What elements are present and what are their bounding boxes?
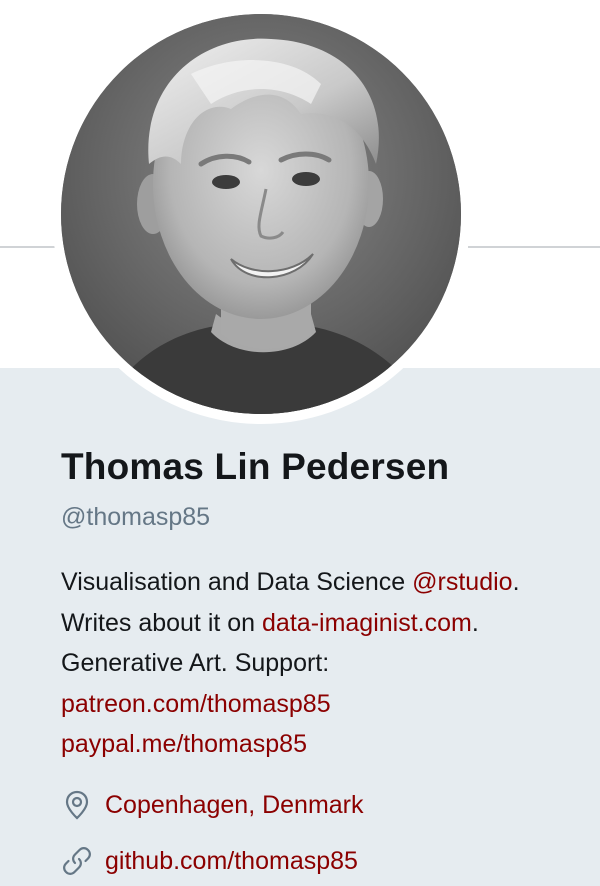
profile-handle: @thomasp85 — [61, 503, 211, 531]
url-link-patreon[interactable]: patreon.com/thomasp85 — [61, 690, 331, 718]
mention-link-rstudio[interactable]: @rstudio — [412, 568, 512, 596]
url-link-data-imaginist[interactable]: data-imaginist.com — [262, 609, 472, 637]
bio-line-3: Generative Art. Support: — [61, 649, 330, 677]
avatar-photo — [61, 14, 461, 414]
bio-line-1: Visualisation and Data Science @rstudio. — [61, 562, 596, 603]
location-link[interactable]: Copenhagen, Denmark — [105, 791, 364, 820]
bio-line-5: paypal.me/thomasp85 — [61, 724, 596, 765]
bio-text: Visualisation and Data Science — [61, 568, 413, 596]
bio-line-4: patreon.com/thomasp85 — [61, 684, 596, 725]
profile-name: Thomas Lin Pedersen — [61, 446, 450, 487]
bio-text: . — [512, 568, 520, 596]
avatar[interactable] — [61, 14, 461, 414]
banner-divider-left — [0, 246, 55, 248]
banner-divider-right — [468, 246, 600, 248]
profile-website: github.com/thomasp85 — [61, 843, 358, 879]
bio-text: . — [471, 608, 479, 637]
bio-line-2: Writes about it on data-imaginist.com. — [61, 603, 596, 644]
link-icon — [61, 845, 93, 877]
location-pin-icon — [61, 789, 93, 821]
profile-bio: Visualisation and Data Science @rstudio.… — [61, 562, 596, 765]
url-link-paypal[interactable]: paypal.me/thomasp85 — [61, 730, 307, 758]
profile-location: Copenhagen, Denmark — [61, 787, 364, 823]
website-link[interactable]: github.com/thomasp85 — [105, 847, 358, 876]
bio-text: Writes about it on — [61, 608, 263, 637]
